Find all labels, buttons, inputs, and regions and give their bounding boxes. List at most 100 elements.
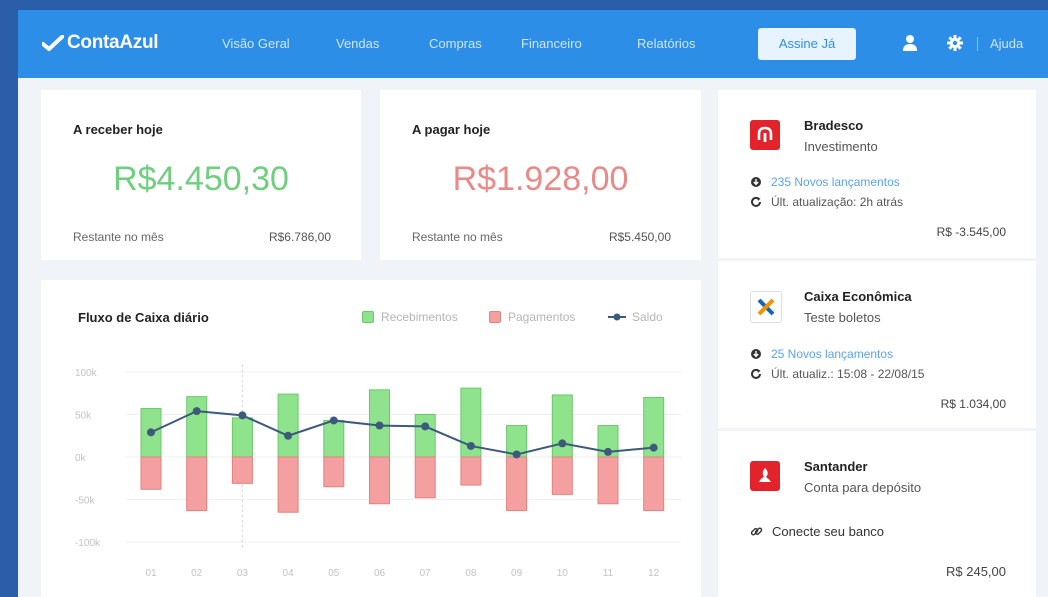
payable-value: R$1.928,00: [452, 160, 629, 198]
bar-pagamentos: [460, 456, 482, 486]
payable-title: A pagar hoje: [412, 122, 491, 137]
bar-recebimentos: [414, 414, 436, 458]
last-update: Últ. atualiz.: 15:08 - 22/08/15: [750, 367, 924, 381]
topbar-separator: [977, 37, 978, 51]
link-icon: [750, 527, 763, 536]
bar-pagamentos: [414, 456, 436, 499]
refresh-icon: [751, 368, 761, 379]
y-tick-label: 100k: [75, 368, 98, 379]
cashflow-card: Fluxo de Caixa diário Recebimentos Pagam…: [41, 280, 701, 597]
saldo-point: [192, 407, 201, 416]
receivable-footer-label: Restante no mês: [73, 230, 164, 244]
logo-text: ContaAzul: [67, 32, 159, 53]
bank-subtitle: Teste boletos: [804, 310, 881, 325]
app-frame: ContaAzul Visão Geral Vendas Compras Fin…: [18, 10, 1048, 597]
nav-item-vendas[interactable]: Vendas: [336, 10, 379, 78]
payable-footer-value: R$5.450,00: [608, 230, 671, 244]
contaazul-logo[interactable]: ContaAzul: [42, 32, 159, 54]
x-tick-label: 11: [603, 568, 614, 579]
top-navigation-bar: ContaAzul Visão Geral Vendas Compras Fin…: [18, 10, 1048, 78]
check-logo-icon: [42, 35, 64, 51]
receivable-card[interactable]: A receber hoje R$4.450,30 Restante no mê…: [41, 90, 361, 260]
saldo-point: [421, 422, 430, 431]
download-icon: [751, 349, 761, 359]
bank-card-caixa[interactable]: Caixa Econômica Teste boletos 25 Novos l…: [718, 261, 1036, 428]
saldo-point: [466, 441, 475, 450]
saldo-point: [238, 411, 247, 420]
bar-recebimentos: [323, 419, 345, 458]
bar-recebimentos: [231, 417, 253, 458]
saldo-point: [375, 421, 384, 430]
x-tick-label: 07: [420, 568, 432, 579]
x-tick-label: 01: [145, 568, 157, 579]
bank-balance: R$ -3.545,00: [936, 225, 1006, 239]
subscribe-button[interactable]: Assine Já: [758, 28, 856, 60]
connect-bank-link[interactable]: Conecte seu banco: [750, 524, 884, 539]
nav-item-relatorios[interactable]: Relatórios: [637, 10, 696, 78]
bank-card-santander[interactable]: Santander Conta para depósito Conecte se…: [718, 431, 1036, 597]
gear-icon[interactable]: [946, 34, 964, 52]
connect-bank-text: Conecte seu banco: [772, 524, 885, 539]
x-tick-label: 10: [557, 568, 569, 579]
saldo-point: [649, 443, 658, 452]
help-link[interactable]: Ajuda: [990, 10, 1023, 78]
download-icon: [751, 177, 761, 187]
x-tick-label: 04: [283, 568, 295, 579]
receivable-value: R$4.450,30: [113, 160, 289, 198]
bank-balance: R$ 245,00: [946, 564, 1006, 579]
x-tick-label: 03: [237, 568, 249, 579]
bar-pagamentos: [231, 456, 253, 484]
bank-name: Caixa Econômica: [804, 289, 912, 304]
bank-subtitle: Investimento: [804, 139, 878, 154]
nav-item-compras[interactable]: Compras: [429, 10, 482, 78]
x-tick-label: 06: [374, 568, 386, 579]
saldo-point: [329, 416, 338, 425]
bank-card-bradesco[interactable]: Bradesco Investimento 235 Novos lançamen…: [718, 90, 1036, 258]
last-update: Últ. atualização: 2h atrás: [750, 195, 903, 209]
receivable-footer-value: R$6.786,00: [268, 230, 331, 244]
bar-pagamentos: [323, 456, 345, 488]
new-entries-link[interactable]: 25 Novos lançamentos: [750, 347, 893, 361]
caixa-icon: [750, 291, 782, 323]
nav-item-financeiro[interactable]: Financeiro: [521, 10, 582, 78]
payable-card[interactable]: A pagar hoje R$1.928,00 Restante no mês …: [380, 90, 701, 260]
saldo-point: [147, 428, 155, 437]
payable-footer-label: Restante no mês: [412, 230, 503, 244]
bank-name: Santander: [804, 459, 868, 474]
last-update-text: Últ. atualização: 2h atrás: [771, 195, 904, 209]
bar-pagamentos: [643, 456, 665, 512]
y-tick-label: 0k: [75, 453, 87, 464]
last-update-text: Últ. atualiz.: 15:08 - 22/08/15: [771, 367, 925, 381]
bar-pagamentos: [277, 456, 299, 513]
x-tick-label: 02: [191, 568, 203, 579]
bradesco-icon: [750, 120, 780, 150]
x-tick-label: 05: [328, 568, 340, 579]
bar-pagamentos: [506, 456, 528, 512]
saldo-point: [558, 439, 567, 448]
saldo-point: [604, 447, 612, 456]
bar-recebimentos: [277, 393, 299, 458]
new-entries-text: 25 Novos lançamentos: [771, 347, 894, 361]
bank-balance: R$ 1.034,00: [940, 397, 1006, 411]
y-tick-label: -100k: [75, 538, 101, 549]
santander-icon: [750, 461, 780, 491]
refresh-icon: [751, 196, 761, 207]
bar-pagamentos: [369, 456, 390, 505]
bar-recebimentos: [551, 394, 573, 458]
y-tick-label: -50k: [75, 496, 95, 507]
saldo-point: [284, 431, 293, 440]
bank-subtitle: Conta para depósito: [804, 480, 922, 495]
nav-item-visao-geral[interactable]: Visão Geral: [222, 10, 290, 78]
saldo-line: [150, 410, 654, 456]
bar-pagamentos: [597, 456, 619, 505]
x-tick-label: 08: [465, 568, 477, 579]
user-icon[interactable]: [902, 34, 918, 52]
new-entries-link[interactable]: 235 Novos lançamentos: [750, 175, 900, 189]
x-tick-label: 09: [511, 568, 523, 579]
bar-pagamentos: [551, 456, 573, 495]
bank-name: Bradesco: [804, 118, 864, 133]
x-tick-label: 12: [648, 568, 660, 579]
bar-pagamentos: [140, 456, 162, 490]
receivable-title: A receber hoje: [73, 122, 163, 137]
bar-pagamentos: [186, 456, 208, 512]
